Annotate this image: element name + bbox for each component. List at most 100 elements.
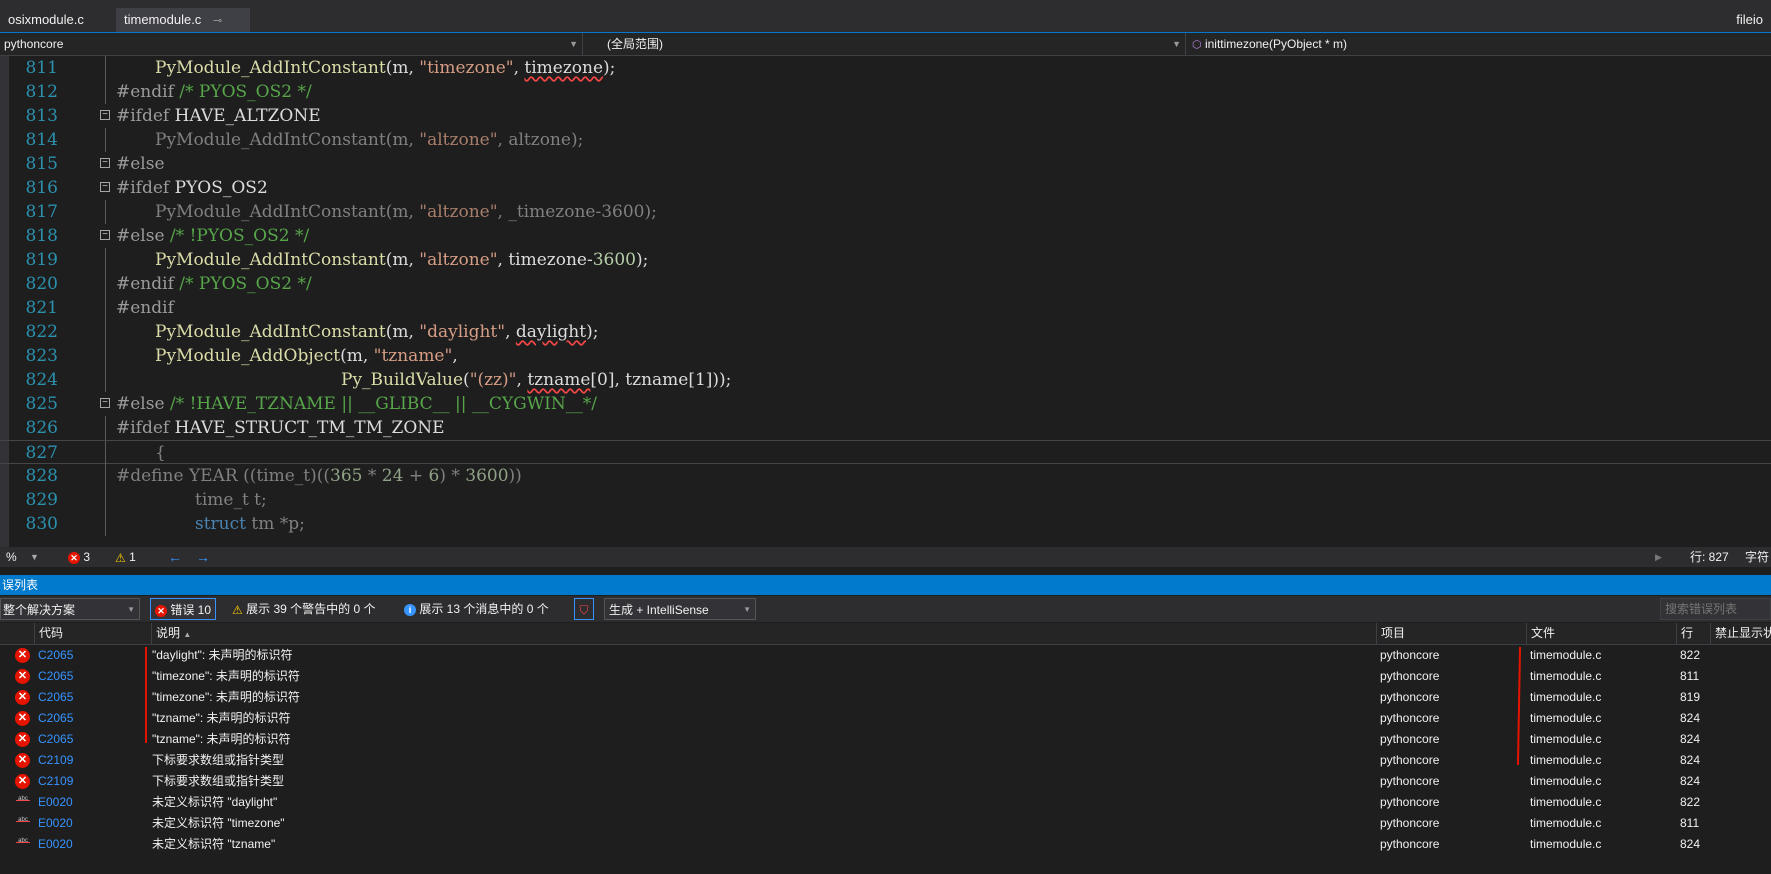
tab-fileio[interactable]: fileio	[1728, 8, 1771, 32]
nav-forward-icon[interactable]: →	[196, 547, 210, 567]
column-suppression[interactable]: 禁止显示状	[1710, 623, 1771, 644]
warnings-filter-button[interactable]: ⚠ 展示 39 个警告中的 0 个	[232, 598, 375, 620]
error-description: 下标要求数组或指针类型	[152, 774, 285, 788]
code-text: #else /* !HAVE_TZNAME || __GLIBC__ || __…	[116, 394, 597, 414]
error-code-link[interactable]: C2065	[38, 687, 73, 708]
error-count[interactable]: ✕ 3	[68, 547, 90, 567]
collapse-icon[interactable]: −	[100, 398, 110, 408]
code-line: 828 #define YEAR ((time_t)((365 * 24 + 6…	[0, 464, 1771, 488]
outline-guide	[105, 488, 106, 512]
table-row[interactable]: ✕ C2065 "timezone": 未声明的标识符 pythoncore timem…	[0, 687, 1771, 708]
error-code-link[interactable]: E0020	[38, 813, 73, 834]
line-number: 822	[25, 322, 58, 342]
warnings-filter-label: 展示 39 个警告中的 0 个	[246, 602, 376, 616]
column-project[interactable]: 项目	[1376, 623, 1526, 644]
collapse-icon[interactable]: −	[100, 230, 110, 240]
error-icon: ✕	[15, 648, 30, 663]
code-line: 826 #ifdef HAVE_STRUCT_TM_TM_ZONE	[0, 416, 1771, 440]
error-code-link[interactable]: C2109	[38, 750, 73, 771]
scope-filter-select[interactable]: 整个解决方案 ▼	[0, 598, 140, 620]
code-line: 815 − #else	[0, 152, 1771, 176]
filter-toggle-icon[interactable]: ⛉	[574, 598, 594, 620]
search-input[interactable]	[1660, 598, 1771, 620]
tab-label: osixmodule.c	[8, 12, 84, 27]
messages-filter-button[interactable]: i 展示 13 个消息中的 0 个	[404, 598, 549, 620]
intellisense-error-icon: abc	[16, 838, 30, 851]
code-line: 822 PyModule_AddIntConstant(m, "daylight…	[0, 320, 1771, 344]
table-row[interactable]: abc E0020 未定义标识符 "daylight" pythoncore timem…	[0, 792, 1771, 813]
error-file: timemodule.c	[1530, 732, 1602, 746]
warning-count[interactable]: ⚠ 1	[115, 547, 136, 568]
outline-guide	[105, 441, 106, 465]
collapse-icon[interactable]: −	[100, 158, 110, 168]
error-code-link[interactable]: C2065	[38, 729, 73, 750]
table-row[interactable]: ✕ C2109 下标要求数组或指针类型 pythoncore timemodule.c 8…	[0, 750, 1771, 771]
line-number: 813	[25, 106, 58, 126]
error-file: timemodule.c	[1530, 648, 1602, 662]
line-indicator: 行: 827	[1690, 550, 1729, 564]
chevron-down-icon[interactable]: ▼	[30, 547, 39, 567]
table-row[interactable]: ✕ C2109 下标要求数组或指针类型 pythoncore timemodule.c 8…	[0, 771, 1771, 792]
line-number: 816	[25, 178, 58, 198]
error-file: timemodule.c	[1530, 669, 1602, 683]
table-row[interactable]: abc E0020 未定义标识符 "timezone" pythoncore timem…	[0, 813, 1771, 834]
info-icon: i	[404, 603, 416, 616]
collapse-icon[interactable]: −	[100, 110, 110, 120]
column-description[interactable]: 说明 ▲	[151, 623, 1376, 644]
column-file[interactable]: 文件	[1526, 623, 1676, 644]
outline-guide	[105, 416, 106, 440]
column-line[interactable]: 行	[1676, 623, 1710, 644]
zoom-level[interactable]: %	[6, 547, 17, 567]
error-project: pythoncore	[1380, 732, 1440, 746]
collapse-icon[interactable]: −	[100, 182, 110, 192]
code-text: #else /* !PYOS_OS2 */	[116, 226, 310, 246]
function-dropdown[interactable]: ⬡ inittimezone(PyObject * m)	[1186, 33, 1771, 55]
error-code-link[interactable]: C2065	[38, 645, 73, 666]
project-dropdown[interactable]: pythoncore ▼	[0, 33, 583, 55]
scope-dropdown[interactable]: (全局范围) ▼	[583, 33, 1186, 55]
nav-back-icon[interactable]: ←	[168, 547, 182, 567]
annotation-mark	[145, 647, 147, 743]
table-row[interactable]: ✕ C2065 "tzname": 未声明的标识符 pythoncore timemod…	[0, 729, 1771, 750]
line-number: 827	[25, 443, 58, 463]
error-code-link[interactable]: E0020	[38, 792, 73, 813]
code-editor[interactable]: 811 PyModule_AddIntConstant(m, "timezone…	[0, 56, 1771, 547]
error-code-link[interactable]: C2109	[38, 771, 73, 792]
line-number: 817	[25, 202, 58, 222]
chevron-down-icon: ▼	[127, 605, 135, 614]
tab-label: fileio	[1736, 12, 1763, 27]
pin-icon[interactable]: ⊸	[213, 15, 222, 27]
error-code-link[interactable]: E0020	[38, 834, 73, 855]
outline-guide	[105, 200, 106, 224]
editor-status-bar: % ▼ ✕ 3 ⚠ 1 ← → ▶ 行: 827 字符	[0, 547, 1771, 567]
table-row[interactable]: ✕ C2065 "timezone": 未声明的标识符 pythoncore timem…	[0, 666, 1771, 687]
error-icon: ✕	[15, 711, 30, 726]
tab-posixmodule[interactable]: osixmodule.c	[0, 8, 110, 32]
intellisense-error-icon: abc	[16, 796, 30, 809]
column-code[interactable]: 代码	[34, 623, 151, 644]
code-line: 825 − #else /* !HAVE_TZNAME || __GLIBC__…	[0, 392, 1771, 416]
code-line: 812 #endif /* PYOS_OS2 */	[0, 80, 1771, 104]
line-number: 830	[25, 514, 58, 534]
tab-timemodule[interactable]: timemodule.c ⊸ ✕	[116, 8, 250, 52]
table-row[interactable]: ✕ C2065 "daylight": 未声明的标识符 pythoncore timem…	[0, 645, 1771, 666]
error-line: 824	[1680, 753, 1701, 767]
code-line: 813 − #ifdef HAVE_ALTZONE	[0, 104, 1771, 128]
table-row[interactable]: abc E0020 未定义标识符 "tzname" pythoncore timemod…	[0, 834, 1771, 855]
error-line: 824	[1680, 837, 1701, 851]
error-icon: ✕	[68, 551, 80, 564]
errors-filter-button[interactable]: ✕ 错误 10	[150, 598, 217, 620]
error-project: pythoncore	[1380, 690, 1440, 704]
line-number: 823	[25, 346, 58, 366]
build-filter-select[interactable]: 生成 + IntelliSense ▼	[604, 598, 756, 620]
outline-guide	[105, 344, 106, 368]
error-code-link[interactable]: C2065	[38, 708, 73, 729]
scroll-left-icon[interactable]: ▶	[1655, 547, 1662, 567]
code-text: PyModule_AddIntConstant(m, "altzone", al…	[155, 130, 584, 150]
line-number: 819	[25, 250, 58, 270]
function-label: inittimezone(PyObject * m)	[1204, 37, 1347, 51]
error-code-link[interactable]: C2065	[38, 666, 73, 687]
code-text: PyModule_AddObject(m, "tzname",	[155, 346, 458, 366]
table-row[interactable]: ✕ C2065 "tzname": 未声明的标识符 pythoncore timemod…	[0, 708, 1771, 729]
line-number: 814	[25, 130, 58, 150]
